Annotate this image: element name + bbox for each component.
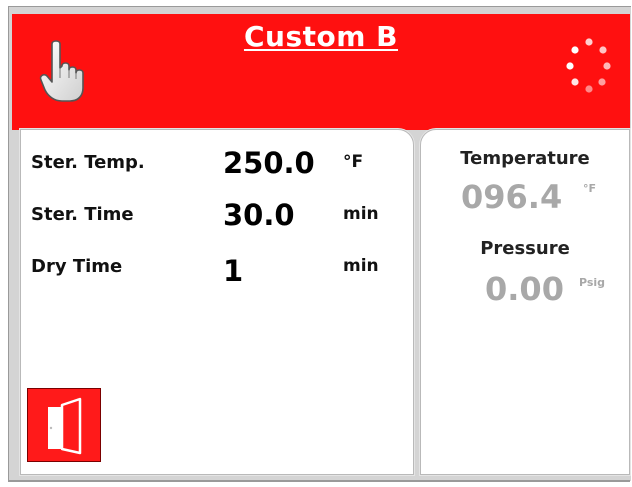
temperature-value: 096.4 — [461, 178, 563, 216]
live-readings-panel: Temperature 096.4 °F Pressure 0.00 Psig — [420, 129, 630, 475]
ster-temp-value[interactable]: 250.0 — [223, 146, 315, 180]
ster-time-value[interactable]: 30.0 — [223, 198, 295, 232]
cycle-header: Custom B — [12, 14, 630, 130]
dry-time-label: Dry Time — [31, 256, 123, 277]
door-button[interactable] — [27, 388, 101, 462]
ster-time-unit: min — [343, 204, 379, 224]
pressure-label: Pressure — [480, 238, 570, 259]
ster-time-label: Ster. Time — [31, 204, 134, 225]
ster-temp-unit: °F — [343, 152, 364, 172]
temperature-label: Temperature — [460, 148, 590, 169]
cycle-parameters-panel: Ster. Temp. 250.0 °F Ster. Time 30.0 min… — [20, 129, 414, 475]
temperature-unit: °F — [583, 182, 597, 195]
door-icon — [48, 397, 82, 455]
cycle-title: Custom B — [243, 20, 399, 53]
dry-time-unit: min — [343, 256, 379, 276]
cycle-screen: Custom B Ster. Temp. 250.0 °F Ster. Time… — [0, 0, 632, 487]
dry-time-value[interactable]: 1 — [223, 254, 243, 288]
pressure-value: 0.00 — [485, 270, 564, 308]
ster-temp-label: Ster. Temp. — [31, 152, 145, 173]
bottom-divider — [8, 480, 630, 482]
pressure-unit: Psig — [579, 276, 606, 289]
loading-spinner-icon — [560, 32, 618, 102]
